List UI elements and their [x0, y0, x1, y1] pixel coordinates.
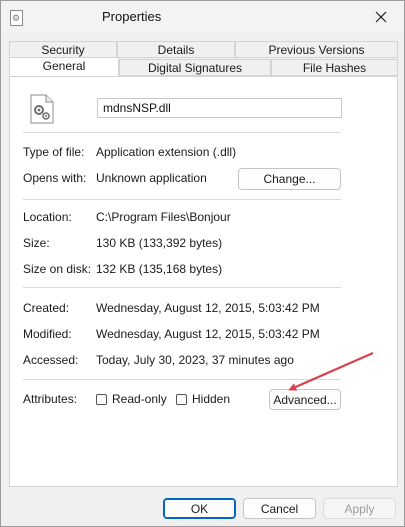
modified-label: Modified: — [23, 327, 72, 341]
close-button[interactable] — [358, 1, 404, 33]
annotation-arrow-icon — [288, 351, 374, 391]
hidden-checkbox-box[interactable] — [176, 393, 187, 405]
divider — [23, 379, 341, 380]
hidden-label: Hidden — [192, 392, 231, 406]
tab-digital-signatures[interactable]: Digital Signatures — [119, 59, 271, 76]
hidden-checkbox[interactable]: Hidden — [176, 392, 230, 406]
properties-window: ⚙ Properties Security Details Previous V… — [0, 0, 405, 527]
file-name-field[interactable] — [97, 98, 342, 118]
change-button[interactable]: Change... — [238, 168, 341, 190]
location-value: C:\Program Files\Bonjour — [96, 210, 231, 224]
created-value: Wednesday, August 12, 2015, 5:03:42 PM — [96, 301, 320, 315]
apply-button[interactable]: Apply — [323, 498, 396, 519]
cancel-button[interactable]: Cancel — [243, 498, 316, 519]
read-only-checkbox[interactable]: Read-only — [96, 392, 167, 406]
tab-previous-versions[interactable]: Previous Versions — [235, 41, 398, 58]
general-panel: Type of file: Application extension (.dl… — [9, 76, 398, 487]
type-of-file-value: Application extension (.dll) — [96, 145, 237, 159]
attributes-label: Attributes: — [23, 392, 78, 406]
title-bar: ⚙ Properties — [1, 1, 404, 33]
close-icon — [375, 11, 387, 23]
dialog-footer: OK Cancel Apply — [1, 487, 404, 526]
size-on-disk-label: Size on disk: — [23, 262, 92, 276]
advanced-button[interactable]: Advanced... — [269, 389, 341, 410]
tab-general[interactable]: General — [9, 57, 119, 76]
dll-gear-file-icon — [30, 94, 54, 124]
modified-value: Wednesday, August 12, 2015, 5:03:42 PM — [96, 327, 320, 341]
size-label: Size: — [23, 236, 50, 250]
dll-file-icon: ⚙ — [10, 10, 23, 26]
accessed-value: Today, July 30, 2023, 37 minutes ago — [96, 353, 294, 367]
size-value: 130 KB (133,392 bytes) — [96, 236, 223, 250]
tab-details[interactable]: Details — [117, 41, 235, 58]
type-of-file-label: Type of file: — [23, 145, 85, 159]
tab-security[interactable]: Security — [9, 41, 117, 58]
divider — [23, 132, 341, 133]
created-label: Created: — [23, 301, 70, 315]
divider — [23, 199, 341, 200]
accessed-label: Accessed: — [23, 353, 79, 367]
read-only-checkbox-box[interactable] — [96, 393, 107, 405]
tab-strip: Security Details Previous Versions Digit… — [9, 41, 399, 77]
tab-file-hashes[interactable]: File Hashes — [271, 59, 398, 76]
divider — [23, 287, 341, 288]
location-label: Location: — [23, 210, 72, 224]
opens-with-value: Unknown application — [96, 171, 207, 185]
ok-button[interactable]: OK — [163, 498, 236, 519]
window-title: Properties — [102, 9, 162, 24]
size-on-disk-value: 132 KB (135,168 bytes) — [96, 262, 223, 276]
read-only-label: Read-only — [112, 392, 167, 406]
opens-with-label: Opens with: — [23, 171, 87, 185]
